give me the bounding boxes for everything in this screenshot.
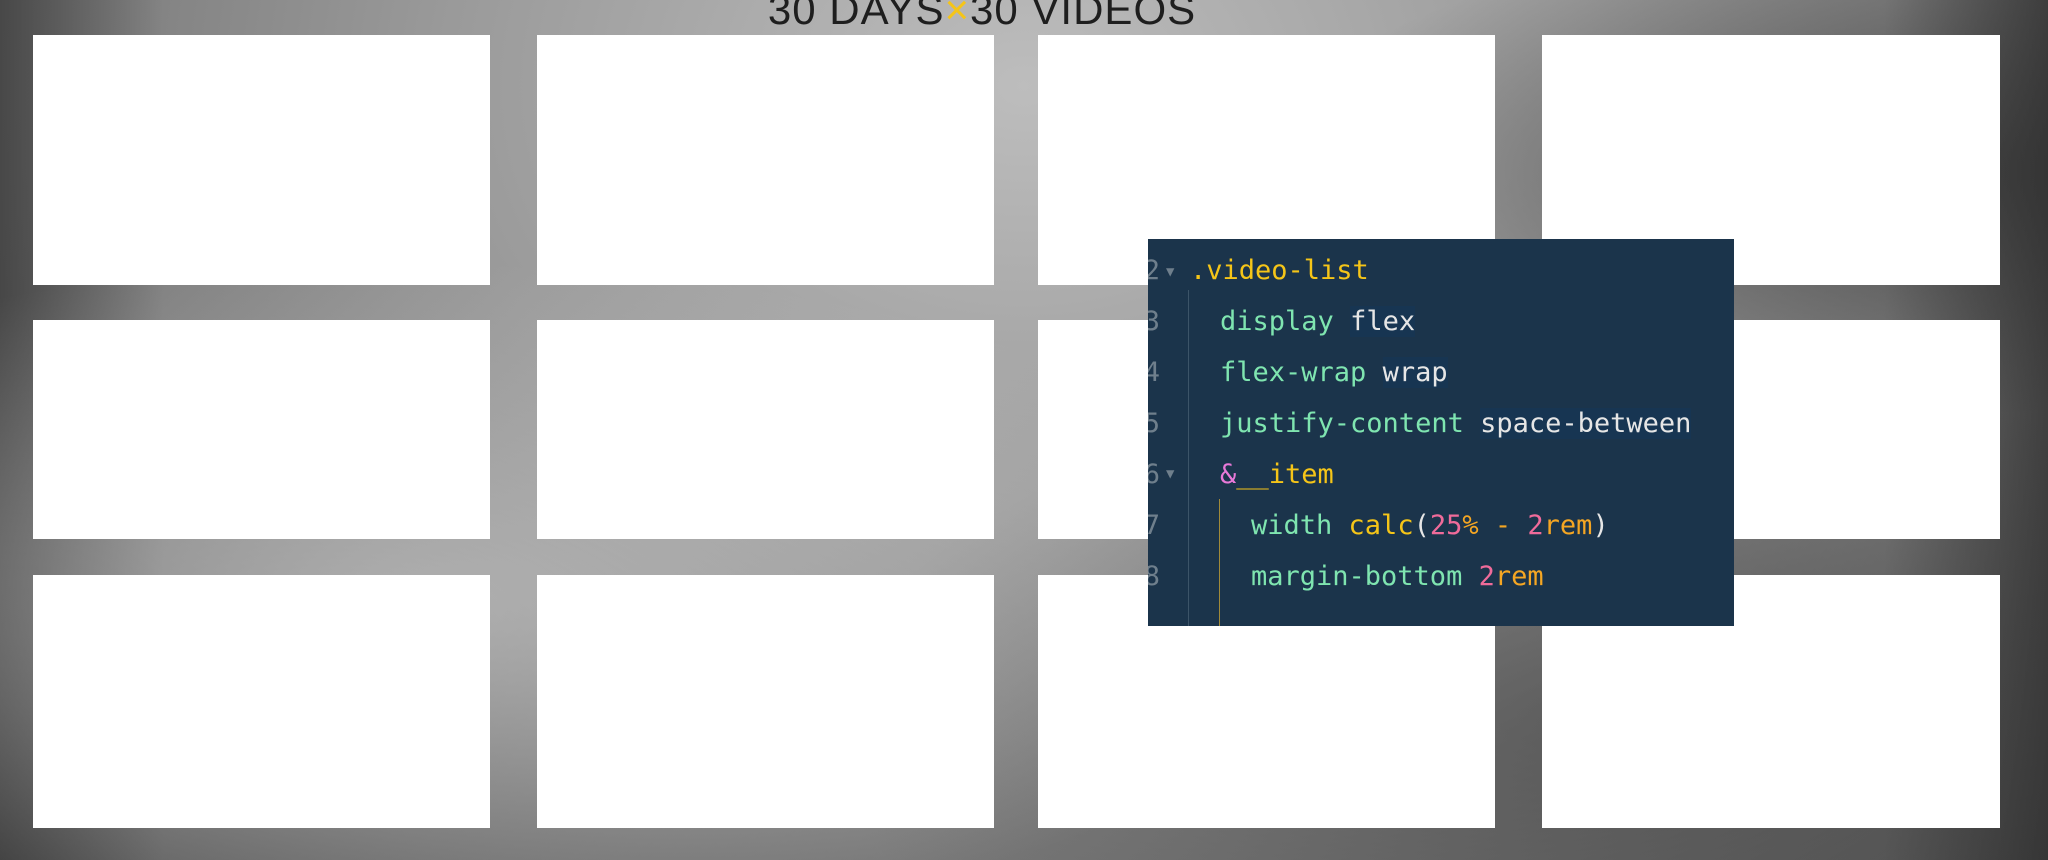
video-card[interactable] <box>537 575 994 828</box>
fold-arrow-icon: ▼ <box>1166 264 1175 280</box>
video-card[interactable] <box>33 575 490 828</box>
video-card[interactable] <box>33 35 490 285</box>
page-title: 30 DAYS×30 VIDEOS <box>767 0 1197 33</box>
fold-arrow-icon: ▼ <box>1166 466 1175 482</box>
video-card[interactable] <box>33 320 490 539</box>
code-snippet-overlay: 2 ▼ .video-list 3 display flex 4 flex-wrap w… <box>1148 239 1734 626</box>
video-card[interactable] <box>537 320 994 539</box>
video-card[interactable] <box>537 35 994 285</box>
